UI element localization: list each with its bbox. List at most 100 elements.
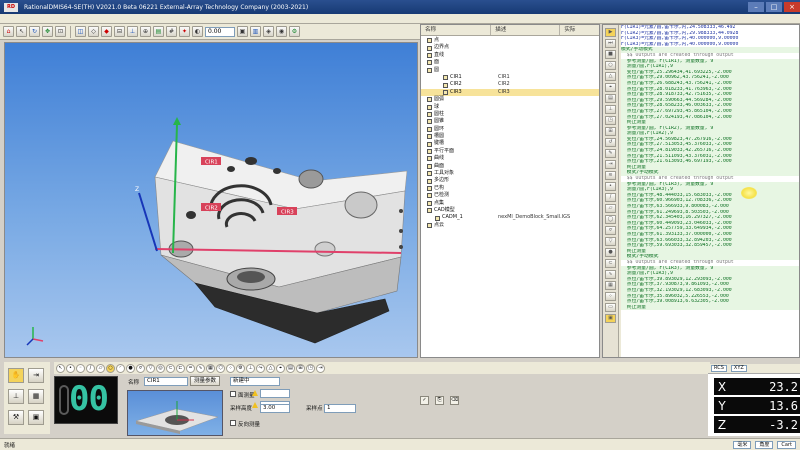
alignment-icon[interactable]: ⊞ xyxy=(605,127,616,136)
tree-row[interactable]: 多边形 xyxy=(421,177,599,184)
cad-viewport[interactable]: Z CIR1 CIR2 CIR3 xyxy=(4,42,418,358)
pointer-icon[interactable]: ↖ xyxy=(56,363,65,373)
tree-row[interactable]: CAD模型 xyxy=(421,207,599,214)
circle-icon[interactable]: ○ xyxy=(106,363,115,373)
transparency-icon[interactable]: ◐ xyxy=(192,26,203,37)
cloud-icon[interactable]: ⁘ xyxy=(605,292,616,301)
cloud-icon[interactable]: ⁘ xyxy=(226,363,235,373)
torus-icon[interactable]: ◎ xyxy=(156,363,165,373)
box-mode-icon[interactable]: ▦ xyxy=(28,389,44,404)
zoom-window-icon[interactable]: ⊡ xyxy=(55,26,66,37)
pointer-icon[interactable]: ↖ xyxy=(16,26,27,37)
measure-icon[interactable]: ⊕ xyxy=(140,26,151,37)
plane-icon[interactable]: ▱ xyxy=(96,363,105,373)
close-button[interactable]: × xyxy=(784,2,800,12)
curve-icon[interactable]: ∿ xyxy=(605,270,616,279)
run-icon[interactable]: ▶ xyxy=(605,28,616,37)
camera-icon[interactable]: ◉ xyxy=(276,26,287,37)
tree-row[interactable]: 曲面 xyxy=(421,163,599,170)
folder-icon[interactable]: ▭ xyxy=(605,303,616,312)
view-iso-icon[interactable]: ◈ xyxy=(263,26,274,37)
scan-icon[interactable]: ≋ xyxy=(605,171,616,180)
tolerance-icon[interactable]: ⌖ xyxy=(276,363,285,373)
save-icon[interactable]: ▣ xyxy=(605,314,616,323)
tree-row[interactable]: CIR1 CIR1 xyxy=(421,74,599,81)
probe-icon[interactable]: ⊥ xyxy=(246,363,255,373)
tree-row[interactable]: 曲线 xyxy=(421,155,599,162)
construct-icon[interactable]: △ xyxy=(605,72,616,81)
surface-icon[interactable]: ▦ xyxy=(605,281,616,290)
machine-mode-icon[interactable]: ▣ xyxy=(28,410,44,425)
wireframe-icon[interactable]: ◇ xyxy=(88,26,99,37)
cone-icon[interactable]: ▽ xyxy=(146,363,155,373)
unit-angle-select[interactable]: 角度 xyxy=(755,440,774,449)
reverse-checkbox[interactable] xyxy=(230,420,236,426)
report-icon[interactable]: ▤ xyxy=(605,94,616,103)
output-icon[interactable]: ⇥ xyxy=(605,160,616,169)
keyway-icon[interactable]: ⊏ xyxy=(176,363,185,373)
surface-checkbox[interactable] xyxy=(230,391,236,397)
datum-icon[interactable]: ◳ xyxy=(605,116,616,125)
surface-input[interactable] xyxy=(260,389,290,398)
view-top-icon[interactable]: ▥ xyxy=(250,26,261,37)
shaded-icon[interactable]: ◆ xyxy=(101,26,112,37)
code-line[interactable]: 终止测量 xyxy=(621,304,799,311)
feature-label-cir2[interactable]: CIR2 xyxy=(205,206,218,212)
rotate-icon[interactable]: ↻ xyxy=(29,26,40,37)
sphere-icon[interactable]: ● xyxy=(605,248,616,257)
point-icon[interactable]: • xyxy=(66,363,75,373)
tree-row[interactable]: 球 xyxy=(421,104,599,111)
tree-row[interactable]: 点云 xyxy=(421,222,599,229)
tree-row[interactable]: CIR3 CIR3 xyxy=(421,88,599,97)
stop-icon[interactable]: ■ xyxy=(605,50,616,59)
minimize-button[interactable]: – xyxy=(748,2,764,12)
name-input[interactable]: CIR1 xyxy=(144,377,188,386)
axis-mode-select[interactable]: XYZ xyxy=(730,365,747,372)
clear-icon[interactable]: ⌫ xyxy=(450,396,459,405)
unit-length-select[interactable]: 毫米 xyxy=(733,440,752,449)
datum-icon[interactable]: ◳ xyxy=(306,363,315,373)
pitch-input[interactable]: 3.00 xyxy=(260,404,290,413)
feature-label-cir1[interactable]: CIR1 xyxy=(205,160,218,166)
tree-row[interactable]: 圆环 xyxy=(421,126,599,133)
arc-icon[interactable]: ◜ xyxy=(116,363,125,373)
slot-icon[interactable]: ⊂ xyxy=(166,363,175,373)
surface-icon[interactable]: ▦ xyxy=(206,363,215,373)
program-text-area[interactable]: F(CIR1)=元素/圆,笛卡尔,内,24.508333,46.492 F(CIR… xyxy=(621,25,799,357)
column-name[interactable]: 名称 xyxy=(421,25,490,35)
highlight-icon[interactable]: ✦ xyxy=(179,26,190,37)
path-icon[interactable]: ⤳ xyxy=(256,363,265,373)
settings-icon[interactable]: ⚙ xyxy=(289,26,300,37)
coordinate-system-select[interactable]: RCS xyxy=(711,365,727,372)
polygon-icon[interactable]: ⬡ xyxy=(216,363,225,373)
column-actual[interactable]: 实际 xyxy=(559,25,599,35)
program-mode-icon[interactable]: ⊥ xyxy=(8,389,24,404)
mode-select[interactable]: 新建中 xyxy=(230,377,280,386)
tolerance-icon[interactable]: ⌖ xyxy=(605,83,616,92)
home-icon[interactable]: ⌂ xyxy=(3,26,14,37)
maximize-button[interactable]: □ xyxy=(766,2,782,12)
report-icon[interactable]: ▤ xyxy=(286,363,295,373)
point-icon[interactable]: • xyxy=(605,182,616,191)
tree-row[interactable]: 圆 xyxy=(421,67,599,74)
feature-icon[interactable]: ○ xyxy=(605,61,616,70)
construct-icon[interactable]: △ xyxy=(266,363,275,373)
zoom-input[interactable] xyxy=(205,26,235,37)
points-input[interactable]: 1 xyxy=(324,404,356,413)
tree-row[interactable]: 面 xyxy=(421,59,599,66)
tree-row[interactable]: 边界点 xyxy=(421,44,599,51)
circle-icon[interactable]: ◯ xyxy=(605,215,616,224)
comment-icon[interactable]: ✎ xyxy=(605,149,616,158)
line-icon[interactable]: / xyxy=(605,193,616,202)
output-icon[interactable]: ⇥ xyxy=(316,363,325,373)
plane-icon[interactable]: ▱ xyxy=(605,204,616,213)
tree-row[interactable]: CADM_1 nexMl_DemoBlock_Small.IGS xyxy=(421,214,599,221)
apply-icon[interactable]: ✓ xyxy=(420,396,429,405)
pan-icon[interactable]: ✥ xyxy=(42,26,53,37)
cylinder-icon[interactable]: ⌭ xyxy=(136,363,145,373)
coordinate-type-select[interactable]: Cart xyxy=(777,440,796,449)
parallel-plane-icon[interactable]: ═ xyxy=(186,363,195,373)
tree-row[interactable]: 平行平面 xyxy=(421,148,599,155)
tree-row[interactable]: 圆锥 xyxy=(421,118,599,125)
slot-icon[interactable]: ⊂ xyxy=(605,259,616,268)
